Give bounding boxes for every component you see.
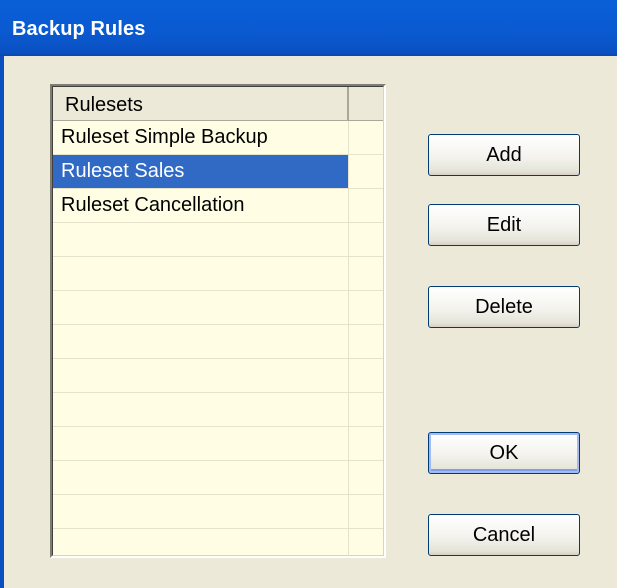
rulesets-list-frame: Rulesets Ruleset Simple Backup Ruleset Sa… (52, 86, 384, 556)
window-left-border (0, 56, 4, 588)
list-row-empty[interactable] (53, 495, 383, 529)
list-item[interactable]: Ruleset Cancellation (53, 189, 383, 223)
list-item-label (53, 359, 349, 392)
list-item[interactable]: Ruleset Sales (53, 155, 383, 189)
list-item-label (53, 223, 349, 256)
list-item[interactable]: Ruleset Simple Backup (53, 121, 383, 155)
ok-button[interactable]: OK (428, 432, 580, 474)
list-item-label (53, 495, 349, 528)
column-header-rulesets[interactable]: Rulesets (53, 87, 349, 120)
list-item-label: Ruleset Cancellation (53, 189, 349, 222)
list-item-label (53, 529, 349, 556)
add-button[interactable]: Add (428, 134, 580, 176)
edit-button[interactable]: Edit (428, 204, 580, 246)
list-row-empty[interactable] (53, 325, 383, 359)
list-row-empty[interactable] (53, 427, 383, 461)
list-row-empty[interactable] (53, 393, 383, 427)
list-item-label (53, 291, 349, 324)
list-item-label (53, 257, 349, 290)
column-header-empty[interactable] (349, 87, 383, 120)
list-row-empty[interactable] (53, 529, 383, 556)
list-row-empty[interactable] (53, 257, 383, 291)
rulesets-list[interactable]: Rulesets Ruleset Simple Backup Ruleset Sa… (50, 84, 386, 558)
dialog-title: Backup Rules (12, 18, 146, 40)
list-row-empty[interactable] (53, 223, 383, 257)
list-item-label: Ruleset Sales (53, 155, 349, 188)
rulesets-list-rows: Ruleset Simple Backup Ruleset Sales Rulese… (53, 121, 383, 556)
delete-button[interactable]: Delete (428, 286, 580, 328)
rulesets-list-header: Rulesets (53, 87, 383, 121)
dialog-title-bar[interactable]: Backup Rules (0, 0, 617, 56)
list-item-label (53, 427, 349, 460)
list-item-label (53, 461, 349, 494)
list-item-label (53, 393, 349, 426)
list-item-label (53, 325, 349, 358)
list-row-empty[interactable] (53, 461, 383, 495)
list-row-empty[interactable] (53, 291, 383, 325)
cancel-button[interactable]: Cancel (428, 514, 580, 556)
list-item-label: Ruleset Simple Backup (53, 121, 349, 154)
list-row-empty[interactable] (53, 359, 383, 393)
